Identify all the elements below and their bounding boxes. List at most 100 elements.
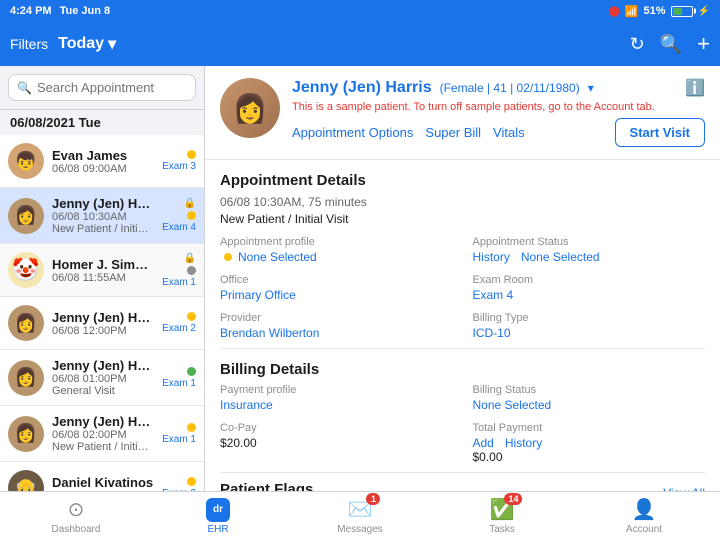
tab-dashboard[interactable]: ⊙ Dashboard bbox=[5, 497, 147, 535]
list-item[interactable]: 👦 Evan James 06/08 09:00AM Exam 3 bbox=[0, 135, 204, 188]
billing-type-label: Billing Type bbox=[473, 312, 706, 324]
exam-room-value[interactable]: Exam 4 bbox=[473, 288, 706, 302]
tab-messages[interactable]: ✉️ 1 Messages bbox=[289, 497, 431, 535]
avatar: 👩 bbox=[8, 305, 44, 341]
appt-sub: General Visit bbox=[52, 385, 154, 397]
office-label: Office bbox=[220, 274, 453, 286]
search-icon[interactable]: 🔍 bbox=[660, 34, 682, 55]
account-icon: 👤 bbox=[632, 497, 657, 522]
patient-meta: (Female | 41 | 02/11/1980) bbox=[440, 81, 580, 95]
exam-label: Exam 4 bbox=[162, 222, 196, 233]
patient-avatar: 👩 bbox=[220, 78, 280, 138]
patient-flags-view-all[interactable]: View All bbox=[663, 486, 705, 492]
appt-profile-label: Appointment profile bbox=[220, 236, 453, 248]
billing-details-grid: Payment profile Insurance Billing Status… bbox=[220, 384, 705, 464]
status-time: 4:24 PM bbox=[10, 5, 52, 17]
start-visit-button[interactable]: Start Visit bbox=[615, 118, 705, 147]
patient-info-block: Jenny (Jen) Harris (Female | 41 | 02/11/… bbox=[292, 78, 705, 147]
appointment-details-grid: Appointment profile None Selected Appoin… bbox=[220, 236, 705, 340]
status-dot bbox=[187, 266, 196, 275]
appt-info: Daniel Kivatinos 06/08 03:30PM bbox=[52, 475, 154, 492]
vitals-link[interactable]: Vitals bbox=[493, 125, 525, 140]
total-add-link[interactable]: Add bbox=[473, 436, 494, 450]
tab-tasks[interactable]: ✅ 14 Tasks bbox=[431, 497, 573, 535]
patient-header: 👩 Jenny (Jen) Harris (Female | 41 | 02/1… bbox=[205, 66, 720, 160]
wifi-percent: 51% bbox=[644, 5, 666, 17]
billing-details-title: Billing Details bbox=[220, 361, 705, 378]
billing-type-value[interactable]: ICD-10 bbox=[473, 326, 706, 340]
appt-time: 06/08 11:55AM bbox=[52, 272, 154, 284]
appt-status-value[interactable]: None Selected bbox=[521, 250, 600, 264]
payment-profile-value[interactable]: Insurance bbox=[220, 398, 453, 412]
main-layout: 🔍 06/08/2021 Tue 👦 Evan James 06/08 09:0… bbox=[0, 66, 720, 491]
copay-field: Co-Pay $20.00 bbox=[220, 422, 453, 464]
office-field: Office Primary Office bbox=[220, 274, 453, 302]
appt-name: Jenny (Jen) Harris bbox=[52, 358, 154, 373]
appt-name: Evan James bbox=[52, 148, 154, 163]
recording-indicator: ⬤ bbox=[609, 6, 620, 17]
super-bill-link[interactable]: Super Bill bbox=[425, 125, 481, 140]
tab-account[interactable]: 👤 Account bbox=[573, 497, 715, 535]
copay-value: $20.00 bbox=[220, 436, 453, 450]
total-history-link[interactable]: History bbox=[505, 436, 542, 450]
status-dot bbox=[187, 211, 196, 220]
filters-button[interactable]: Filters bbox=[10, 36, 48, 52]
appt-time: 06/08 01:00PM bbox=[52, 373, 154, 385]
appt-status-label: Appointment Status bbox=[473, 236, 706, 248]
battery-fill bbox=[673, 8, 682, 15]
nav-bar-left: Filters Today ▾ bbox=[10, 34, 116, 54]
appt-right: Exam 1 bbox=[162, 367, 196, 389]
info-icon[interactable]: ℹ️ bbox=[685, 78, 705, 98]
today-button[interactable]: Today ▾ bbox=[58, 34, 116, 54]
search-input[interactable] bbox=[37, 80, 187, 95]
appt-time-info: 06/08 10:30AM, 75 minutes bbox=[220, 195, 705, 209]
appt-info: Evan James 06/08 09:00AM bbox=[52, 148, 154, 175]
add-icon[interactable]: + bbox=[697, 31, 710, 57]
ehr-logo: dr bbox=[206, 498, 230, 522]
appointment-options-link[interactable]: Appointment Options bbox=[292, 125, 413, 140]
appt-time: 06/08 10:30AM bbox=[52, 211, 154, 223]
status-bar-left: 4:24 PM Tue Jun 8 bbox=[10, 5, 110, 17]
nav-bar-right: ↻ 🔍 + bbox=[630, 31, 710, 57]
exam-room-field: Exam Room Exam 4 bbox=[473, 274, 706, 302]
list-item[interactable]: 🤡 Homer J. Simpson 06/08 11:55AM 🔒 Exam … bbox=[0, 244, 204, 297]
appt-status-field: Appointment Status History None Selected bbox=[473, 236, 706, 264]
status-bar: 4:24 PM Tue Jun 8 ⬤ 📶 51% ⚡ bbox=[0, 0, 720, 22]
avatar: 🤡 bbox=[8, 252, 44, 288]
exam-label: Exam 1 bbox=[162, 378, 196, 389]
copay-label: Co-Pay bbox=[220, 422, 453, 434]
appt-status-history[interactable]: History bbox=[473, 250, 510, 264]
appt-right: 🔒 Exam 4 bbox=[162, 198, 196, 233]
appt-info: Homer J. Simpson 06/08 11:55AM bbox=[52, 257, 154, 284]
billing-status-label: Billing Status bbox=[473, 384, 706, 396]
list-item[interactable]: 👩 Jenny (Jen) Harris 06/08 12:00PM Exam … bbox=[0, 297, 204, 350]
appt-name: Homer J. Simpson bbox=[52, 257, 154, 272]
refresh-icon[interactable]: ↻ bbox=[630, 34, 645, 55]
provider-value[interactable]: Brendan Wilberton bbox=[220, 326, 453, 340]
appointment-list: 👦 Evan James 06/08 09:00AM Exam 3 👩 Jenn… bbox=[0, 135, 204, 491]
appt-time: 06/08 09:00AM bbox=[52, 163, 154, 175]
payment-profile-label: Payment profile bbox=[220, 384, 453, 396]
list-item[interactable]: 👩 Jenny (Jen) Harris 06/08 01:00PM Gener… bbox=[0, 350, 204, 406]
billing-status-value[interactable]: None Selected bbox=[473, 398, 706, 412]
appt-profile-value[interactable]: None Selected bbox=[238, 250, 317, 264]
patient-photo: 👩 bbox=[220, 78, 280, 138]
office-value[interactable]: Primary Office bbox=[220, 288, 453, 302]
appt-profile-field: Appointment profile None Selected bbox=[220, 236, 453, 264]
tab-ehr[interactable]: dr EHR bbox=[147, 498, 289, 535]
appt-info: Jenny (Jen) Harris 06/08 02:00PM New Pat… bbox=[52, 414, 154, 453]
status-dot bbox=[187, 367, 196, 376]
tasks-badge: 14 bbox=[504, 493, 522, 505]
appt-right: Exam 1 bbox=[162, 423, 196, 445]
appt-info: Jenny (Jen) Harris 06/08 10:30AM New Pat… bbox=[52, 196, 154, 235]
exam-label: Exam 1 bbox=[162, 277, 196, 288]
charging-icon: ⚡ bbox=[698, 6, 710, 17]
status-dot bbox=[187, 150, 196, 159]
list-item[interactable]: 👴 Daniel Kivatinos 06/08 03:30PM Exam 2 bbox=[0, 462, 204, 491]
battery-icon bbox=[671, 6, 693, 17]
status-bar-right: ⬤ 📶 51% ⚡ bbox=[609, 5, 710, 18]
status-day: Tue Jun 8 bbox=[60, 5, 111, 17]
list-item[interactable]: 👩 Jenny (Jen) Harris 06/08 10:30AM New P… bbox=[0, 188, 204, 244]
list-item[interactable]: 👩 Jenny (Jen) Harris 06/08 02:00PM New P… bbox=[0, 406, 204, 462]
avatar: 👦 bbox=[8, 143, 44, 179]
